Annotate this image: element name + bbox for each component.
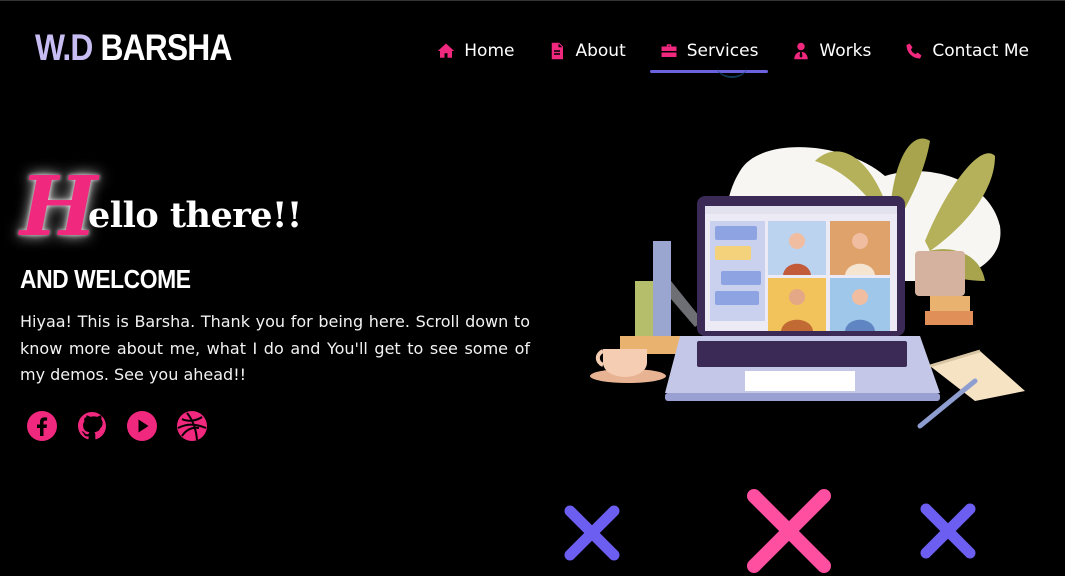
nav-item-about[interactable]: About bbox=[548, 39, 626, 63]
cross-icon bbox=[564, 505, 620, 561]
phone-icon bbox=[906, 43, 922, 59]
dribbble-icon bbox=[177, 410, 207, 441]
hello-heading: H ello there!! bbox=[20, 161, 530, 253]
cross-icon bbox=[920, 503, 976, 559]
user-tie-icon bbox=[794, 42, 809, 60]
welcome-subheading: AND WELCOME bbox=[20, 264, 191, 294]
hello-text: ello there!! bbox=[88, 195, 302, 236]
nav-label-home: Home bbox=[464, 41, 515, 61]
hero-section: H ello there!! AND WELCOME Hiyaa! This i… bbox=[20, 161, 530, 442]
youtube-link[interactable] bbox=[126, 410, 158, 442]
document-icon bbox=[552, 42, 564, 60]
navbar: W.D BARSHA Home About Services Works Con… bbox=[0, 1, 1065, 97]
dribbble-link[interactable] bbox=[176, 410, 208, 442]
intro-paragraph: Hiyaa! This is Barsha. Thank you for bei… bbox=[20, 312, 530, 384]
nav-label-about: About bbox=[575, 41, 626, 61]
youtube-icon bbox=[127, 410, 157, 441]
briefcase-icon bbox=[661, 44, 677, 57]
brand-initials: W.D bbox=[35, 27, 93, 68]
github-link[interactable] bbox=[76, 410, 108, 442]
social-links bbox=[26, 410, 530, 442]
nav-item-home[interactable]: Home bbox=[437, 39, 514, 63]
brand-logo[interactable]: W.D BARSHA bbox=[35, 27, 233, 69]
cross-icon bbox=[747, 489, 831, 573]
facebook-link[interactable] bbox=[26, 410, 58, 442]
brand-name: BARSHA bbox=[100, 27, 233, 68]
nav-item-contact[interactable]: Contact Me bbox=[905, 39, 1029, 63]
nav-label-works: Works bbox=[819, 41, 872, 61]
home-icon bbox=[438, 43, 455, 58]
hello-initial: H bbox=[20, 159, 98, 255]
cursor-glow bbox=[717, 56, 747, 78]
nav-menu: Home About Services Works Contact Me bbox=[403, 39, 1029, 73]
video-call-illustration bbox=[590, 138, 1025, 429]
facebook-icon bbox=[27, 410, 57, 441]
nav-label-contact: Contact Me bbox=[932, 41, 1029, 61]
nav-item-works[interactable]: Works bbox=[792, 39, 871, 63]
github-icon bbox=[78, 411, 106, 439]
